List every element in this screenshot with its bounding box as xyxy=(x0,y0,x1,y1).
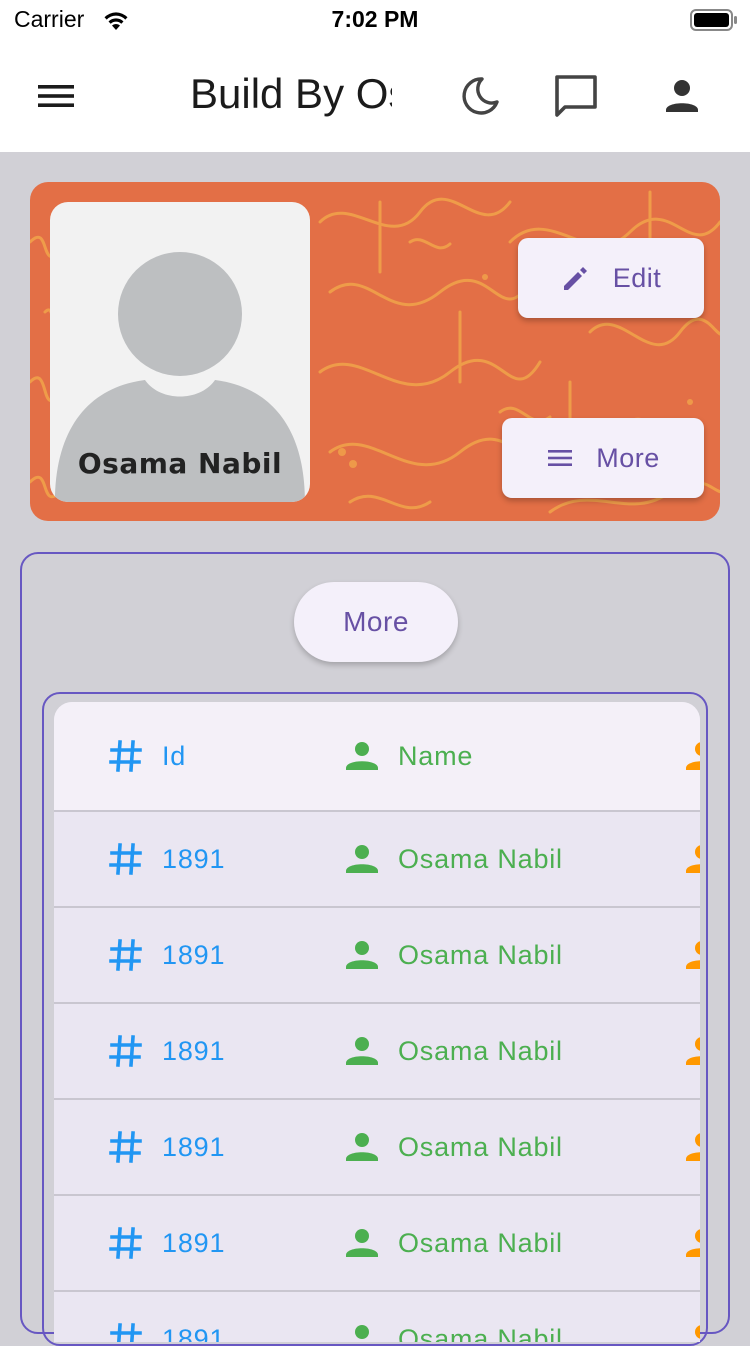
avatar-card: Osama Nabil xyxy=(50,202,310,502)
person-icon[interactable] xyxy=(658,72,706,120)
pencil-icon xyxy=(563,267,587,290)
table-row[interactable]: 1891 Osama Nabil xyxy=(54,1004,700,1100)
person-icon xyxy=(684,937,700,973)
page-title: Build By Osama xyxy=(190,70,392,117)
cell-third xyxy=(684,1196,700,1290)
cell-name-value: Osama Nabil xyxy=(398,939,563,970)
hash-icon xyxy=(108,841,144,877)
chat-icon[interactable] xyxy=(552,72,600,120)
person-icon xyxy=(684,1129,700,1165)
cell-name-value: Osama Nabil xyxy=(398,1323,563,1343)
cell-id-value: 1891 xyxy=(162,1035,226,1066)
cell-id: 1891 xyxy=(108,1004,225,1098)
cell-third xyxy=(684,1100,700,1194)
cell-third xyxy=(684,812,700,906)
cell-name: Osama Nabil xyxy=(344,1292,563,1342)
table-header-row: Id Name xyxy=(54,702,700,812)
hash-icon xyxy=(108,1225,144,1261)
more-button[interactable]: More xyxy=(502,418,704,498)
app-bar: Build By Osama xyxy=(0,40,750,152)
cell-name: Osama Nabil xyxy=(344,1100,563,1194)
cell-name: Osama Nabil xyxy=(344,812,563,906)
person-icon xyxy=(344,1129,380,1165)
person-icon xyxy=(684,1321,700,1342)
table-row[interactable]: 1891 Osama Nabil xyxy=(54,812,700,908)
cell-id-value: 1891 xyxy=(162,1323,226,1343)
person-icon xyxy=(684,1225,700,1261)
table-row[interactable]: 1891 Osama Nabil xyxy=(54,908,700,1004)
edit-button-label: Edit xyxy=(612,262,662,293)
column-header-id[interactable]: Id xyxy=(108,702,186,810)
person-icon xyxy=(344,1225,380,1261)
cell-id: 1891 xyxy=(108,1292,225,1342)
clock: 7:02 PM xyxy=(331,6,419,32)
table-row[interactable]: 1891 Osama Nabil xyxy=(54,1196,700,1292)
cell-third xyxy=(684,908,700,1002)
cell-third xyxy=(684,1292,700,1342)
cell-id-value: 1891 xyxy=(162,843,226,874)
person-icon xyxy=(344,937,380,973)
hash-icon xyxy=(108,1129,144,1165)
panel-more-button[interactable]: More xyxy=(294,582,458,662)
data-table: Id Name 1891 Osama Nabil 1891 Osama Nabi… xyxy=(54,702,700,1342)
profile-name: Osama Nabil xyxy=(77,447,283,480)
hash-icon xyxy=(108,738,144,774)
table-container: Id Name 1891 Osama Nabil 1891 Osama Nabi… xyxy=(42,692,708,1346)
hash-icon xyxy=(108,937,144,973)
cell-name-value: Osama Nabil xyxy=(398,1227,563,1258)
cell-name-value: Osama Nabil xyxy=(398,843,563,874)
hash-icon xyxy=(108,1321,144,1342)
moon-icon[interactable] xyxy=(456,72,504,120)
cell-id: 1891 xyxy=(108,1100,225,1194)
table-row[interactable]: 1891 Osama Nabil xyxy=(54,1292,700,1342)
menu-icon[interactable] xyxy=(34,78,78,114)
battery-icon xyxy=(690,9,738,35)
cell-name: Osama Nabil xyxy=(344,1196,563,1290)
more-button-label: More xyxy=(596,442,660,473)
cell-name-value: Osama Nabil xyxy=(398,1131,563,1162)
cell-id: 1891 xyxy=(108,812,225,906)
person-icon xyxy=(684,841,700,877)
hash-icon xyxy=(108,1033,144,1069)
cell-id-value: 1891 xyxy=(162,1227,226,1258)
content-panel: More Id Name 1891 Osama Nabil 1891 Osama… xyxy=(20,552,730,1346)
person-icon xyxy=(344,738,380,774)
column-header-name[interactable]: Name xyxy=(344,702,473,810)
cell-name: Osama Nabil xyxy=(344,1004,563,1098)
status-bar: Carrier 7:02 PM xyxy=(0,0,750,40)
cell-id: 1891 xyxy=(108,908,225,1002)
cell-name-value: Osama Nabil xyxy=(398,1035,563,1066)
person-icon xyxy=(684,1033,700,1069)
person-icon xyxy=(344,1033,380,1069)
cell-name: Osama Nabil xyxy=(344,908,563,1002)
person-icon xyxy=(344,1321,380,1342)
column-header-id-label: Id xyxy=(162,740,187,771)
menu-icon xyxy=(548,450,573,466)
person-icon xyxy=(344,841,380,877)
table-row[interactable]: 1891 Osama Nabil xyxy=(54,1100,700,1196)
cell-third xyxy=(684,1004,700,1098)
cell-id-value: 1891 xyxy=(162,939,226,970)
column-header-name-label: Name xyxy=(398,740,474,771)
edit-button[interactable]: Edit xyxy=(518,238,704,318)
cell-id: 1891 xyxy=(108,1196,225,1290)
cell-id-value: 1891 xyxy=(162,1131,226,1162)
profile-banner: Osama Nabil Edit More xyxy=(30,182,720,521)
person-icon xyxy=(684,738,700,774)
column-header-third[interactable] xyxy=(684,702,700,810)
